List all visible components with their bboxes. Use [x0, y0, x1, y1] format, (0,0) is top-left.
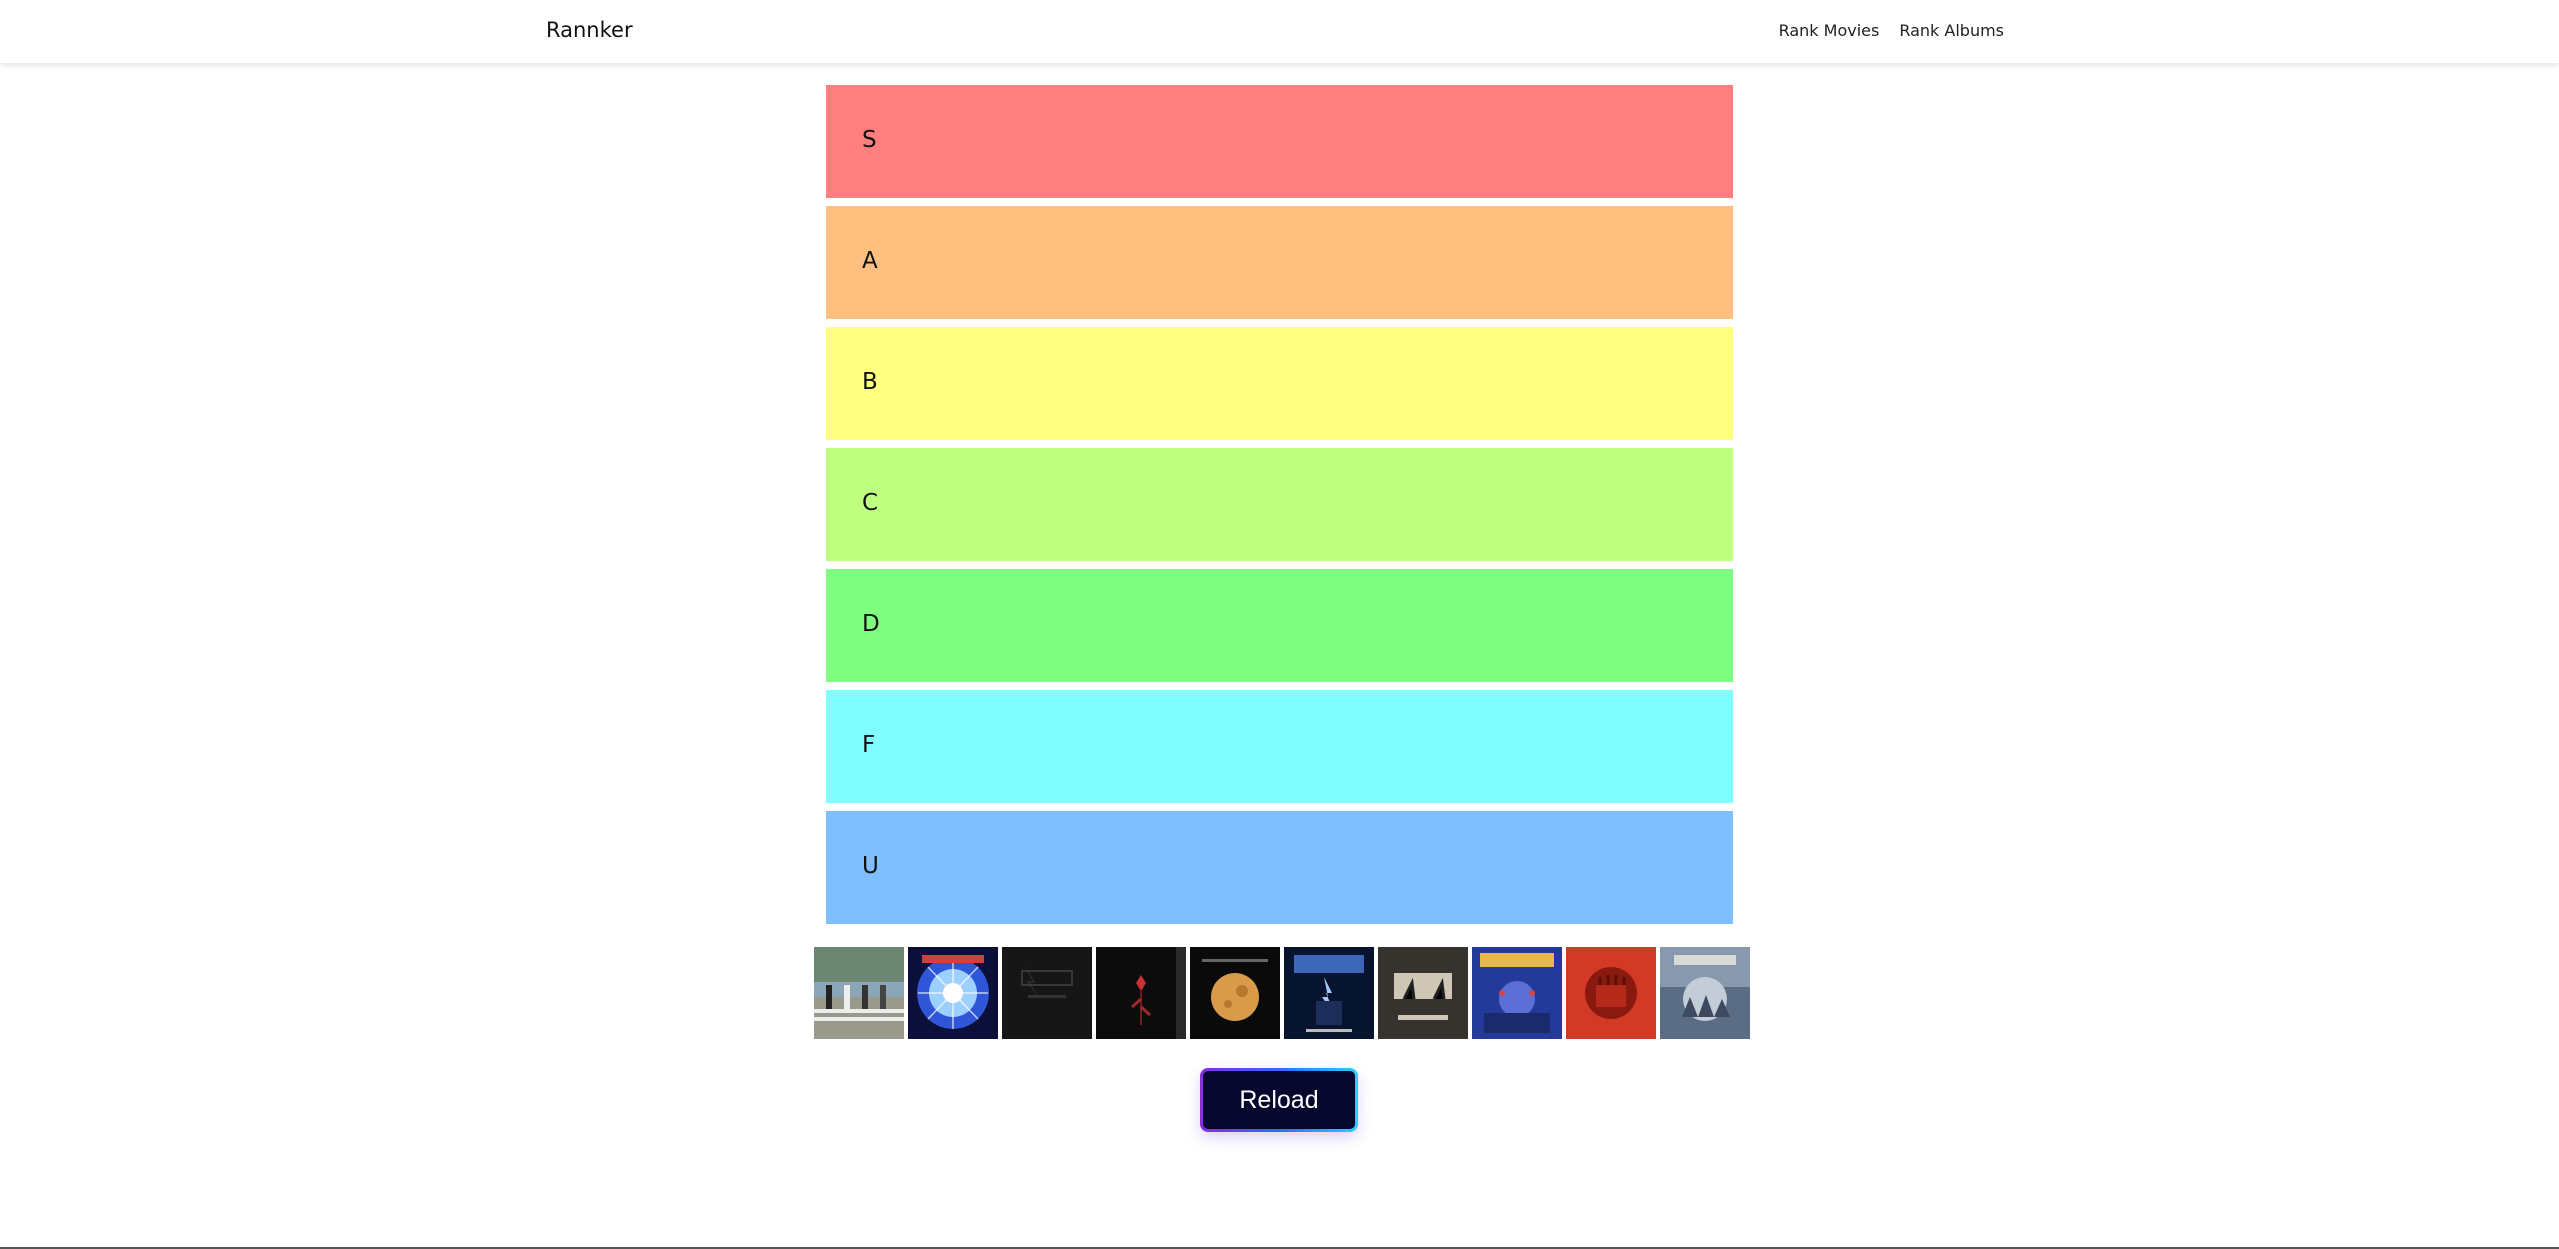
tier-label: A	[862, 248, 878, 274]
tier-label: F	[862, 732, 876, 758]
reload-button[interactable]: Reload	[1200, 1068, 1358, 1132]
nav-link-rank-albums[interactable]: Rank Albums	[1899, 21, 2004, 40]
tier-row-u[interactable]: U	[826, 811, 1733, 924]
tier-label: B	[862, 369, 878, 395]
tier-row-d[interactable]: D	[826, 569, 1733, 682]
tier-row-f[interactable]: F	[826, 690, 1733, 803]
navbar: Rannker Rank Movies Rank Albums	[0, 0, 2559, 63]
nav-link-rank-movies[interactable]: Rank Movies	[1779, 21, 1880, 40]
album-cover-crosswalk[interactable]	[814, 947, 904, 1039]
album-cover-acdc-gray[interactable]	[1378, 947, 1468, 1039]
tier-row-b[interactable]: B	[826, 327, 1733, 440]
album-cover-black-logo[interactable]	[1002, 947, 1092, 1039]
brand-logo[interactable]: Rannker	[546, 18, 633, 42]
tier-label: C	[862, 490, 879, 516]
album-cover-blue-sphere[interactable]	[908, 947, 998, 1039]
tier-list: S A B C D F U	[826, 85, 1733, 932]
album-cover-red-fist[interactable]	[1566, 947, 1656, 1039]
album-cover-skyline-gray[interactable]	[1660, 947, 1750, 1039]
album-pool	[814, 947, 1750, 1039]
tier-label: U	[862, 853, 879, 879]
album-cover-orange-moon[interactable]	[1190, 947, 1280, 1039]
tier-row-s[interactable]: S	[826, 85, 1733, 198]
tier-row-a[interactable]: A	[826, 206, 1733, 319]
album-cover-blue-lightning[interactable]	[1284, 947, 1374, 1039]
nav-links: Rank Movies Rank Albums	[1779, 21, 2004, 40]
tier-label: S	[862, 127, 877, 153]
album-cover-red-rose[interactable]	[1096, 947, 1186, 1039]
tier-label: D	[862, 611, 880, 637]
tier-row-c[interactable]: C	[826, 448, 1733, 561]
album-cover-megadeth-blue[interactable]	[1472, 947, 1562, 1039]
